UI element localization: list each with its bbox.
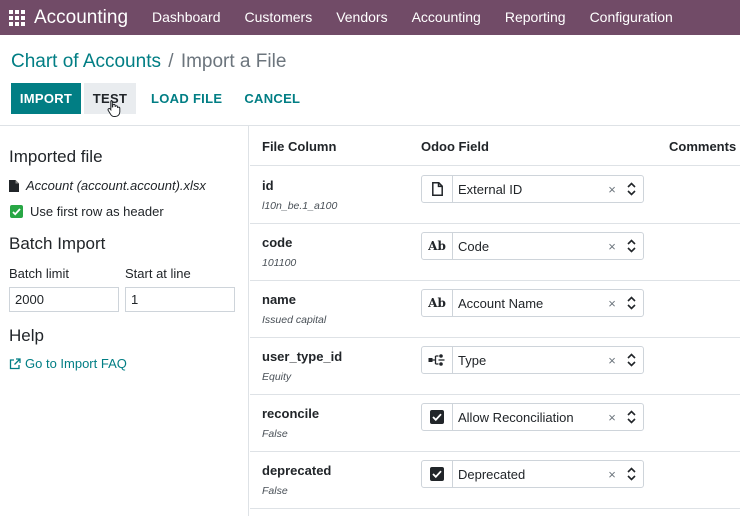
file-icon: [422, 176, 453, 202]
text-ab-icon: Ab: [422, 290, 453, 316]
app-name[interactable]: Accounting: [34, 7, 128, 29]
odoo-field-select[interactable]: Deprecated ×: [421, 460, 644, 488]
first-row-header-label: Use first row as header: [30, 204, 164, 219]
breadcrumb-chart-of-accounts[interactable]: Chart of Accounts: [11, 51, 161, 72]
comments-header: Comments: [669, 139, 737, 154]
file-column-name: user_type_id: [262, 349, 343, 364]
up-down-arrows-icon[interactable]: [623, 467, 639, 481]
file-column-header: File Column: [262, 139, 337, 154]
import-options-sidebar: Imported file Account (account.account).…: [0, 126, 249, 516]
clear-icon[interactable]: ×: [605, 353, 619, 368]
file-column-sample: Issued capital: [262, 314, 327, 326]
file-column-sample: 101100: [262, 257, 297, 269]
checkbox-icon: [422, 404, 453, 430]
table-row: reconcile False Allow Reconciliation ×: [250, 395, 740, 452]
help-title: Help: [9, 326, 44, 345]
nav-vendors[interactable]: Vendors: [324, 0, 399, 35]
odoo-field-value: Allow Reconciliation: [458, 409, 574, 425]
first-row-header-checkbox[interactable]: [10, 205, 23, 218]
relation-icon: [422, 347, 453, 373]
up-down-arrows-icon[interactable]: [623, 410, 639, 424]
apps-menu-icon[interactable]: [0, 0, 34, 35]
breadcrumb-separator: /: [168, 51, 174, 72]
file-column-sample: False: [262, 428, 288, 440]
clear-icon[interactable]: ×: [605, 410, 619, 425]
import-faq-link[interactable]: Go to Import FAQ: [9, 356, 127, 371]
file-column-sample: False: [262, 485, 288, 497]
clear-icon[interactable]: ×: [605, 239, 619, 254]
table-row: name Issued capital Ab Account Name ×: [250, 281, 740, 338]
clear-icon[interactable]: ×: [605, 296, 619, 311]
odoo-field-value: Account Name: [458, 295, 544, 311]
odoo-field-value: External ID: [458, 181, 523, 197]
file-column-sample: Equity: [262, 371, 292, 383]
import-button[interactable]: IMPORT: [11, 83, 81, 114]
hand-cursor-icon: [107, 100, 121, 117]
odoo-field-value: Type: [458, 352, 487, 368]
imported-file-name: Account (account.account).xlsx: [9, 178, 206, 193]
test-button[interactable]: TEST: [84, 83, 136, 117]
batch-import-title: Batch Import: [9, 234, 106, 253]
table-row: code 101100 Ab Code ×: [250, 224, 740, 281]
odoo-field-select[interactable]: Ab Account Name ×: [421, 289, 644, 317]
table-row: user_type_id Equity Type ×: [250, 338, 740, 395]
table-row: deprecated False Deprecated ×: [250, 452, 740, 509]
nav-dashboard[interactable]: Dashboard: [140, 0, 233, 35]
checkbox-icon: [422, 461, 453, 487]
odoo-field-value: Code: [458, 238, 490, 254]
load-file-button[interactable]: LOAD FILE: [140, 83, 233, 114]
up-down-arrows-icon[interactable]: [623, 182, 639, 196]
control-panel-buttons: IMPORT TEST LOAD FILE CANCEL: [11, 83, 311, 117]
first-row-header-option[interactable]: Use first row as header: [10, 204, 164, 219]
odoo-field-select[interactable]: Type ×: [421, 346, 644, 374]
top-navbar: Accounting Dashboard Customers Vendors A…: [0, 0, 740, 35]
batch-limit-input[interactable]: [9, 287, 119, 312]
cancel-button[interactable]: CANCEL: [233, 83, 311, 114]
nav-reporting[interactable]: Reporting: [493, 0, 578, 35]
breadcrumb: Chart of Accounts / Import a File: [11, 51, 286, 73]
clear-icon[interactable]: ×: [605, 182, 619, 197]
odoo-field-select[interactable]: Allow Reconciliation ×: [421, 403, 644, 431]
file-column-name: name: [262, 292, 296, 307]
nav-accounting[interactable]: Accounting: [400, 0, 493, 35]
file-column-sample: l10n_be.1_a100: [262, 200, 338, 212]
up-down-arrows-icon[interactable]: [623, 239, 639, 253]
file-column-name: deprecated: [262, 463, 332, 478]
odoo-field-select[interactable]: Ab Code ×: [421, 232, 644, 260]
start-line-label: Start at line: [125, 266, 191, 281]
imported-file-title: Imported file: [9, 147, 103, 166]
odoo-field-select[interactable]: External ID ×: [421, 175, 644, 203]
file-icon: [9, 179, 19, 192]
odoo-field-header: Odoo Field: [421, 139, 489, 154]
clear-icon[interactable]: ×: [605, 467, 619, 482]
external-link-icon: [9, 357, 21, 369]
text-ab-icon: Ab: [422, 233, 453, 259]
file-column-name: id: [262, 178, 274, 193]
start-line-input[interactable]: [125, 287, 235, 312]
up-down-arrows-icon[interactable]: [623, 353, 639, 367]
table-row: id l10n_be.1_a100 External ID ×: [250, 167, 740, 224]
up-down-arrows-icon[interactable]: [623, 296, 639, 310]
nav-configuration[interactable]: Configuration: [578, 0, 685, 35]
import-faq-label: Go to Import FAQ: [25, 356, 127, 371]
breadcrumb-current: Import a File: [180, 51, 287, 72]
check-icon: [12, 207, 21, 215]
odoo-field-value: Deprecated: [458, 466, 526, 482]
file-column-name: code: [262, 235, 293, 250]
file-name-text: Account (account.account).xlsx: [26, 178, 206, 193]
mapping-table-header: File Column Odoo Field Comments: [250, 126, 740, 166]
batch-limit-label: Batch limit: [9, 266, 69, 281]
file-column-name: reconcile: [262, 406, 320, 421]
nav-customers[interactable]: Customers: [233, 0, 325, 35]
